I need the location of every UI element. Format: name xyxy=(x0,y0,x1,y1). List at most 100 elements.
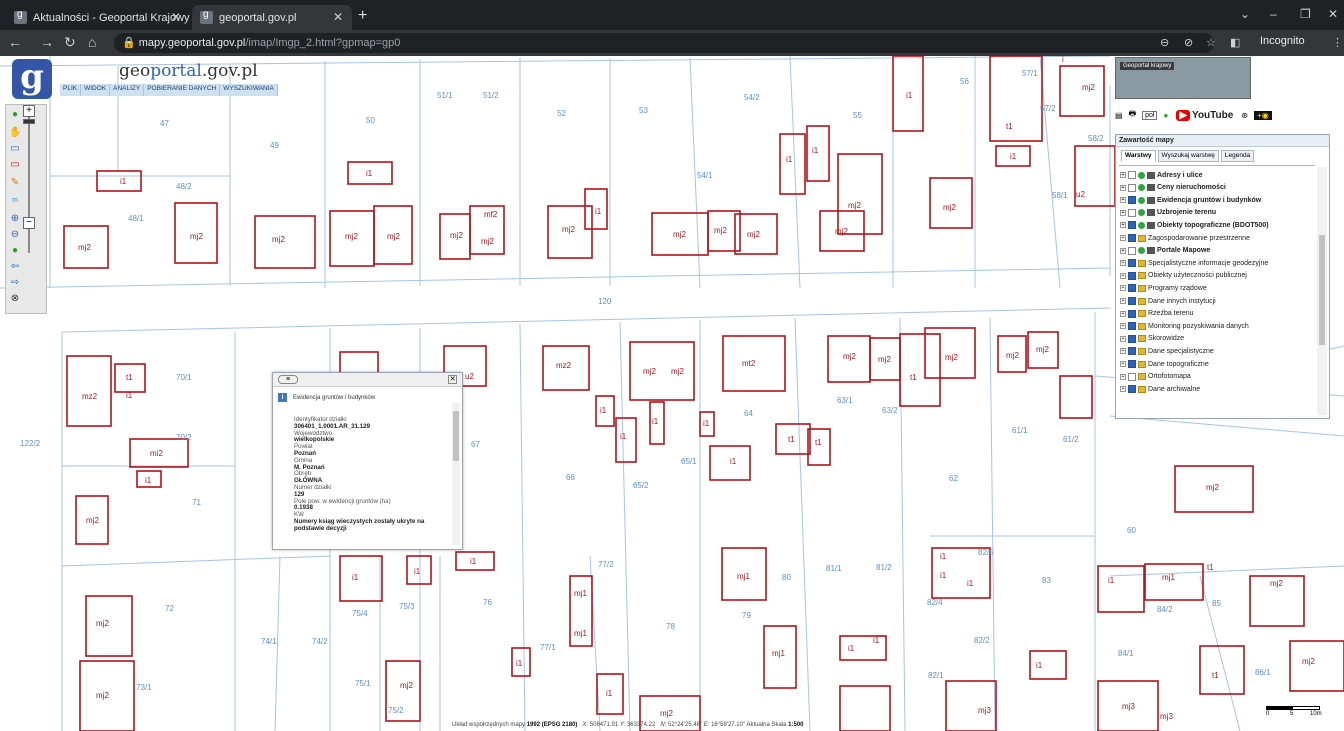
expand-icon[interactable]: + xyxy=(1120,373,1126,380)
select-area-icon[interactable]: ▭ xyxy=(9,143,21,155)
layer-row[interactable]: + Ewidencja gruntów i budynków xyxy=(1120,195,1261,205)
layer-checkbox[interactable] xyxy=(1128,334,1136,343)
layer-checkbox[interactable] xyxy=(1128,271,1136,280)
expand-icon[interactable]: + xyxy=(1120,348,1126,355)
restore-icon[interactable]: ❐ xyxy=(1300,7,1311,21)
zoom-in-icon[interactable]: ⊕ xyxy=(9,213,21,225)
zoom-minus-button[interactable]: − xyxy=(23,217,35,229)
bookmark-star-icon[interactable]: ☆ xyxy=(1206,36,1216,49)
forward-icon[interactable]: → xyxy=(40,34,54,50)
layer-row[interactable]: + Dane innych instytucji xyxy=(1120,296,1216,306)
expand-icon[interactable]: + xyxy=(1120,310,1126,317)
layer-row[interactable]: + Dane topograficzne xyxy=(1120,359,1209,369)
expand-icon[interactable]: + xyxy=(1120,298,1126,304)
layer-row[interactable]: + Dane specjalistyczne xyxy=(1120,346,1214,356)
expand-icon[interactable]: + xyxy=(1120,386,1126,393)
measure-icon[interactable]: m xyxy=(9,195,21,207)
layer-checkbox[interactable] xyxy=(1128,297,1136,305)
draw-pencil-icon[interactable]: ✎ xyxy=(9,177,21,189)
expand-icon[interactable]: + xyxy=(1120,222,1126,229)
layer-checkbox[interactable] xyxy=(1128,259,1136,268)
layer-row[interactable]: + Portale Mapowe xyxy=(1120,246,1210,256)
layer-checkbox[interactable] xyxy=(1128,385,1136,394)
url-field[interactable]: 🔒 mapy.geoportal.gov.pl/imap/Imgp_2.html… xyxy=(114,33,1214,53)
building[interactable] xyxy=(66,355,112,427)
layer-checkbox[interactable] xyxy=(1128,221,1136,230)
expand-icon[interactable]: + xyxy=(1120,335,1126,342)
menu-pobieranie[interactable]: POBIERANIE DANYCH xyxy=(144,84,221,96)
popup-menu-button[interactable]: ≡ xyxy=(278,375,298,384)
building[interactable] xyxy=(339,555,383,602)
document-icon[interactable]: ▤ xyxy=(1115,111,1123,120)
info-icon[interactable]: ● xyxy=(9,109,21,121)
expand-icon[interactable]: + xyxy=(1120,184,1126,191)
expand-icon[interactable]: + xyxy=(1120,272,1126,279)
building[interactable] xyxy=(339,351,379,375)
expand-icon[interactable]: + xyxy=(1120,361,1126,367)
map-canvas[interactable]: 47 49 50 52 53 54/2 55 56 57/1 57/2 58/2… xyxy=(0,56,1344,731)
expand-icon[interactable]: + xyxy=(1120,172,1126,178)
close-window-icon[interactable]: ✕ xyxy=(1328,7,1338,21)
layer-checkbox[interactable] xyxy=(1128,372,1136,381)
layer-row[interactable]: + Adresy i ulice xyxy=(1120,170,1203,180)
previous-view-icon[interactable]: ⇦ xyxy=(9,261,21,273)
layer-row[interactable]: + Obiekty użyteczności publicznej xyxy=(1120,271,1247,281)
minimize-icon[interactable]: – xyxy=(1270,7,1277,21)
language-select[interactable]: pol xyxy=(1142,110,1158,120)
layer-checkbox[interactable] xyxy=(1128,360,1136,368)
layer-checkbox[interactable] xyxy=(1128,322,1136,331)
layer-row[interactable]: + Ceny nieruchomości xyxy=(1120,183,1226,193)
building[interactable] xyxy=(254,215,316,269)
building[interactable] xyxy=(1144,563,1204,601)
layer-checkbox[interactable] xyxy=(1128,347,1136,356)
menu-plik[interactable]: PLIK xyxy=(60,84,82,96)
popup-scrollbar[interactable] xyxy=(452,403,460,545)
close-tab-icon[interactable]: ✕ xyxy=(171,10,181,24)
zoom-slider-track[interactable] xyxy=(28,111,30,253)
tab-wyszukaj[interactable]: Wyszukaj warstwę xyxy=(1157,150,1219,162)
globe-icon[interactable]: ● xyxy=(9,245,21,257)
layer-row[interactable]: + Programy rządowe xyxy=(1120,283,1207,293)
building[interactable] xyxy=(1059,375,1093,419)
menu-widok[interactable]: WIDOK xyxy=(81,84,111,96)
layer-checkbox[interactable] xyxy=(1128,196,1136,205)
reload-icon[interactable]: ↻ xyxy=(64,34,76,51)
expand-icon[interactable]: + xyxy=(1120,235,1126,241)
tab-geoportal[interactable]: geoportal.gov.pl ✕ xyxy=(192,5,352,30)
incognito-badge[interactable]: Incognito xyxy=(1260,35,1305,47)
layer-row[interactable]: + Dane archiwalne xyxy=(1120,384,1200,394)
help-icon[interactable]: ● xyxy=(1163,111,1168,120)
building[interactable] xyxy=(96,170,142,192)
layer-row[interactable]: + Zagospodarowanie przestrzenne xyxy=(1120,233,1250,243)
new-tab-icon[interactable]: + xyxy=(358,7,367,25)
youtube-link[interactable]: ▶ YouTube xyxy=(1174,108,1236,122)
menu-icon[interactable]: ⋮ xyxy=(1332,36,1343,49)
expand-icon[interactable]: + xyxy=(1120,247,1126,254)
close-tab-icon[interactable]: ✕ xyxy=(333,10,343,24)
layer-checkbox[interactable] xyxy=(1128,171,1136,179)
layer-checkbox[interactable] xyxy=(1128,246,1136,255)
layer-checkbox[interactable] xyxy=(1128,208,1136,217)
zoom-icon[interactable]: ⊖ xyxy=(1160,36,1169,49)
tab-aktualnosci[interactable]: Aktualności - Geoportal Krajowy ✕ xyxy=(6,5,190,30)
menu-analizy[interactable]: ANALIZY xyxy=(110,84,145,96)
expand-icon[interactable]: + xyxy=(1120,197,1126,204)
panel-scrollbar[interactable] xyxy=(1317,167,1327,415)
back-icon[interactable]: ← xyxy=(8,34,22,50)
building[interactable] xyxy=(629,341,695,401)
expand-icon[interactable]: + xyxy=(1120,209,1126,216)
layer-checkbox[interactable] xyxy=(1128,234,1136,242)
fullscreen-icon[interactable]: ⊗ xyxy=(9,293,21,305)
sidepanel-icon[interactable]: ◧ xyxy=(1230,36,1240,49)
menu-wyszukiwania[interactable]: WYSZUKIWANIA xyxy=(220,84,278,96)
tab-warstwy[interactable]: Warstwy xyxy=(1121,150,1156,162)
building[interactable] xyxy=(899,333,941,407)
tracking-icon[interactable]: ⊘ xyxy=(1184,36,1193,49)
pan-hand-icon[interactable]: ✋ xyxy=(9,127,21,139)
layer-row[interactable]: + Skorowidze xyxy=(1120,334,1184,344)
zoom-slider-handle[interactable] xyxy=(23,119,35,124)
expand-icon[interactable]: + xyxy=(1120,285,1126,292)
contrast-icon[interactable]: +◉ xyxy=(1254,110,1272,120)
popup-close-button[interactable]: ✕ xyxy=(448,375,457,384)
print-icon[interactable]: 🖶 xyxy=(1129,108,1137,122)
